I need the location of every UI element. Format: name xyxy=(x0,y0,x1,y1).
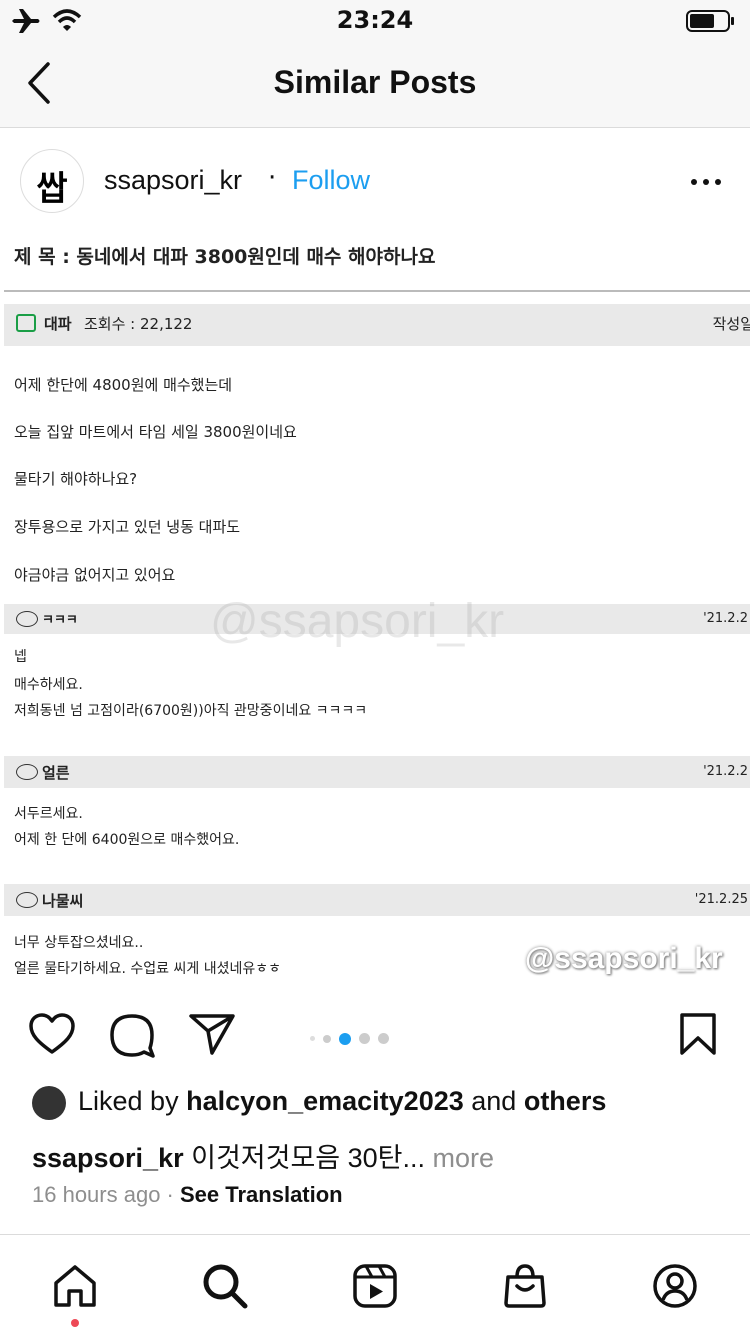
image-subject: 제 목 : 동네에서 대파 3800원인데 매수 해야하나요 xyxy=(14,246,436,268)
likes-text: Liked by halcyon_emacity2023 and others xyxy=(78,1086,606,1117)
nav-bar: Similar Posts xyxy=(0,42,750,128)
caption-text: 이것저것모음 30탄... xyxy=(183,1143,426,1173)
comment-line: 어제 한 단에 6400원으로 매수했어요. xyxy=(14,832,240,848)
image-category: 대파 xyxy=(44,315,72,333)
more-icon[interactable] xyxy=(690,177,722,187)
watermark: @ssapsori_kr xyxy=(525,942,723,975)
avatar[interactable]: 쌉 xyxy=(20,149,84,213)
image-body-line: 장투용으로 가지고 있던 냉동 대파도 xyxy=(14,518,241,536)
caption: ssapsori_kr 이것저것모음 30탄... more xyxy=(32,1136,494,1175)
separator-dot: · xyxy=(268,163,277,193)
time-ago: 16 hours ago xyxy=(32,1182,161,1207)
avatar-text: 쌉 xyxy=(36,169,68,209)
share-icon[interactable] xyxy=(188,1012,236,1056)
reels-icon[interactable] xyxy=(352,1263,398,1309)
meta-separator: · xyxy=(160,1182,180,1207)
image-divider xyxy=(4,290,750,292)
image-body-line: 오늘 집앞 마트에서 타임 세일 3800원이네요 xyxy=(14,423,297,441)
profile-icon[interactable] xyxy=(652,1263,698,1309)
edit-icon xyxy=(16,314,36,332)
home-icon[interactable] xyxy=(52,1263,98,1309)
likes-prefix: Liked by xyxy=(78,1086,187,1116)
post-username[interactable]: ssapsori_kr xyxy=(104,165,242,196)
comment-icon[interactable] xyxy=(108,1012,156,1058)
comment-bar: 나물씨 '21.2.25 xyxy=(4,884,750,916)
status-bar: 23:24 xyxy=(0,0,750,42)
comment-bubble-icon xyxy=(16,764,38,780)
comment-author: 얼른 xyxy=(42,764,70,782)
caption-username[interactable]: ssapsori_kr xyxy=(32,1143,184,1173)
comment-line: 너무 상투잡으셨네요.. xyxy=(14,935,144,951)
battery-icon xyxy=(686,10,734,32)
likes-others[interactable]: others xyxy=(524,1086,607,1116)
comment-date: '21.2.2 xyxy=(703,611,748,626)
page-title: Similar Posts xyxy=(273,64,477,100)
see-translation-link[interactable]: See Translation xyxy=(180,1182,343,1207)
comment-bubble-icon xyxy=(16,892,38,908)
comment-line: 넵 xyxy=(14,649,27,665)
image-body-line: 야금야금 없어지고 있어요 xyxy=(14,566,176,584)
comment-line: 저희동넨 넘 고점이라(6700원))아직 관망중이네요 ㅋㅋㅋㅋ xyxy=(14,703,368,719)
likes-middle: and xyxy=(463,1086,524,1116)
liker-avatar xyxy=(32,1086,66,1120)
tab-bar xyxy=(0,1234,750,1334)
post-actions xyxy=(0,1000,750,1070)
post-image[interactable]: 제 목 : 동네에서 대파 3800원인데 매수 해야하나요 대파 조회수 : … xyxy=(0,236,750,996)
comment-bubble-icon xyxy=(16,611,38,627)
post-header: 쌉 ssapsori_kr · Follow xyxy=(0,129,750,235)
image-written: 작성일 xyxy=(712,315,750,333)
status-time: 23:24 xyxy=(336,6,414,34)
search-icon[interactable] xyxy=(202,1263,248,1309)
heart-icon[interactable] xyxy=(28,1012,76,1056)
comment-bar: 얼른 '21.2.2 xyxy=(4,756,750,788)
notification-dot xyxy=(71,1319,79,1327)
comment-line: 매수하세요. xyxy=(14,677,83,693)
comment-date: '21.2.25 xyxy=(694,892,748,907)
post-meta: 16 hours ago · See Translation xyxy=(32,1182,343,1208)
caption-more[interactable]: more xyxy=(425,1143,495,1173)
comment-line: 얼른 물타기하세요. 수업료 씨게 내셨네유ㅎㅎ xyxy=(14,961,281,977)
liker-username[interactable]: halcyon_emacity2023 xyxy=(186,1086,464,1116)
carousel-indicator xyxy=(310,1028,397,1047)
shop-icon[interactable] xyxy=(502,1263,548,1309)
follow-button[interactable]: Follow xyxy=(292,165,370,196)
comment-author: 나물씨 xyxy=(42,892,84,910)
comment-author: ㅋㅋㅋ xyxy=(42,613,78,628)
image-body-line: 어제 한단에 4800원에 매수했는데 xyxy=(14,376,233,394)
bookmark-icon[interactable] xyxy=(678,1012,718,1056)
image-views: 조회수 : 22,122 xyxy=(84,315,193,333)
watermark: @ssapsori_kr xyxy=(210,595,505,648)
comment-line: 서두르세요. xyxy=(14,806,83,822)
image-info-bar: 대파 조회수 : 22,122 작성일 xyxy=(4,304,750,346)
image-body-line: 물타기 해야하나요? xyxy=(14,470,138,488)
comment-date: '21.2.2 xyxy=(703,764,748,779)
